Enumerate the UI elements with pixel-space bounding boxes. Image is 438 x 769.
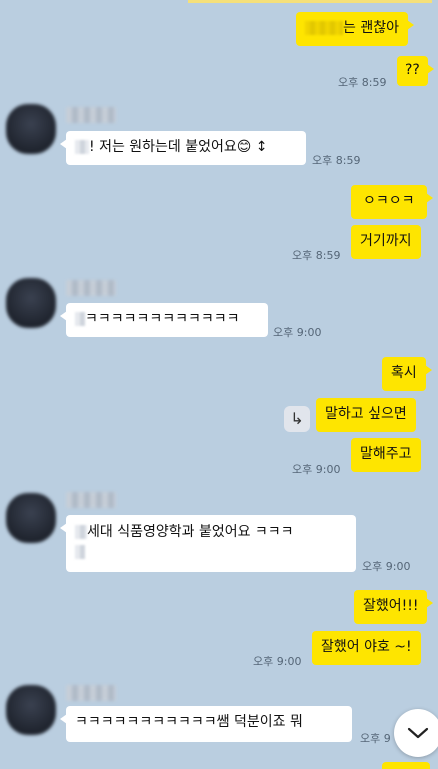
my-message[interactable]: 말해주고 [351, 438, 421, 472]
my-message[interactable] [382, 762, 430, 769]
sender-name [66, 492, 116, 508]
timestamp: 오후 9:00 [292, 463, 341, 476]
their-message[interactable]: ㅋㅋㅋㅋㅋㅋㅋㅋㅋㅋㅋ쌤 덕분이죠 뭐 [60, 706, 352, 742]
timestamp: 오후 9:00 [253, 655, 302, 668]
timestamp: 오후 9 [360, 732, 391, 745]
my-message[interactable]: 말하고 싶으면 [316, 398, 416, 432]
my-message[interactable]: 혹시 [382, 357, 432, 391]
redacted-name [75, 312, 85, 326]
sender-name [66, 280, 116, 296]
timestamp: 오후 8:59 [312, 154, 361, 167]
redacted-name [75, 525, 87, 539]
scroll-to-bottom-button[interactable] [394, 709, 438, 757]
my-message[interactable]: 잘했어 야호 ~! [312, 631, 421, 665]
timestamp: 오후 8:59 [292, 249, 341, 262]
redacted-name [305, 21, 343, 35]
timestamp: 오후 9:00 [362, 560, 411, 573]
redacted-name [75, 140, 89, 154]
my-message[interactable]: ㅇㅋㅇㅋ [351, 185, 433, 219]
sender-name [66, 685, 116, 701]
avatar[interactable] [6, 104, 56, 154]
timestamp: 오후 9:00 [273, 326, 322, 339]
my-message[interactable]: 잘했어!!! [354, 590, 435, 624]
their-message[interactable]: 세대 식품영양학과 붙었어요 ㅋㅋㅋ [60, 515, 356, 572]
their-message[interactable]: ! 저는 원하는데 붙었어요😊 ↕ [60, 131, 306, 165]
avatar[interactable] [6, 278, 56, 328]
timestamp: 오후 8:59 [338, 76, 387, 89]
my-message[interactable]: 는 괜찮아 [296, 12, 414, 46]
my-message[interactable]: 거기까지 [351, 225, 421, 259]
top-divider [188, 0, 432, 3]
avatar[interactable] [6, 493, 56, 543]
avatar[interactable] [6, 685, 56, 735]
sender-name [66, 107, 116, 123]
their-message[interactable]: ㅋㅋㅋㅋㅋㅋㅋㅋㅋㅋㅋㅋ [60, 303, 268, 337]
redacted-text [75, 545, 85, 559]
my-message[interactable]: ?? [397, 56, 434, 86]
reply-arrow-icon[interactable]: ↳ [284, 406, 310, 432]
chevron-down-icon [407, 727, 429, 739]
